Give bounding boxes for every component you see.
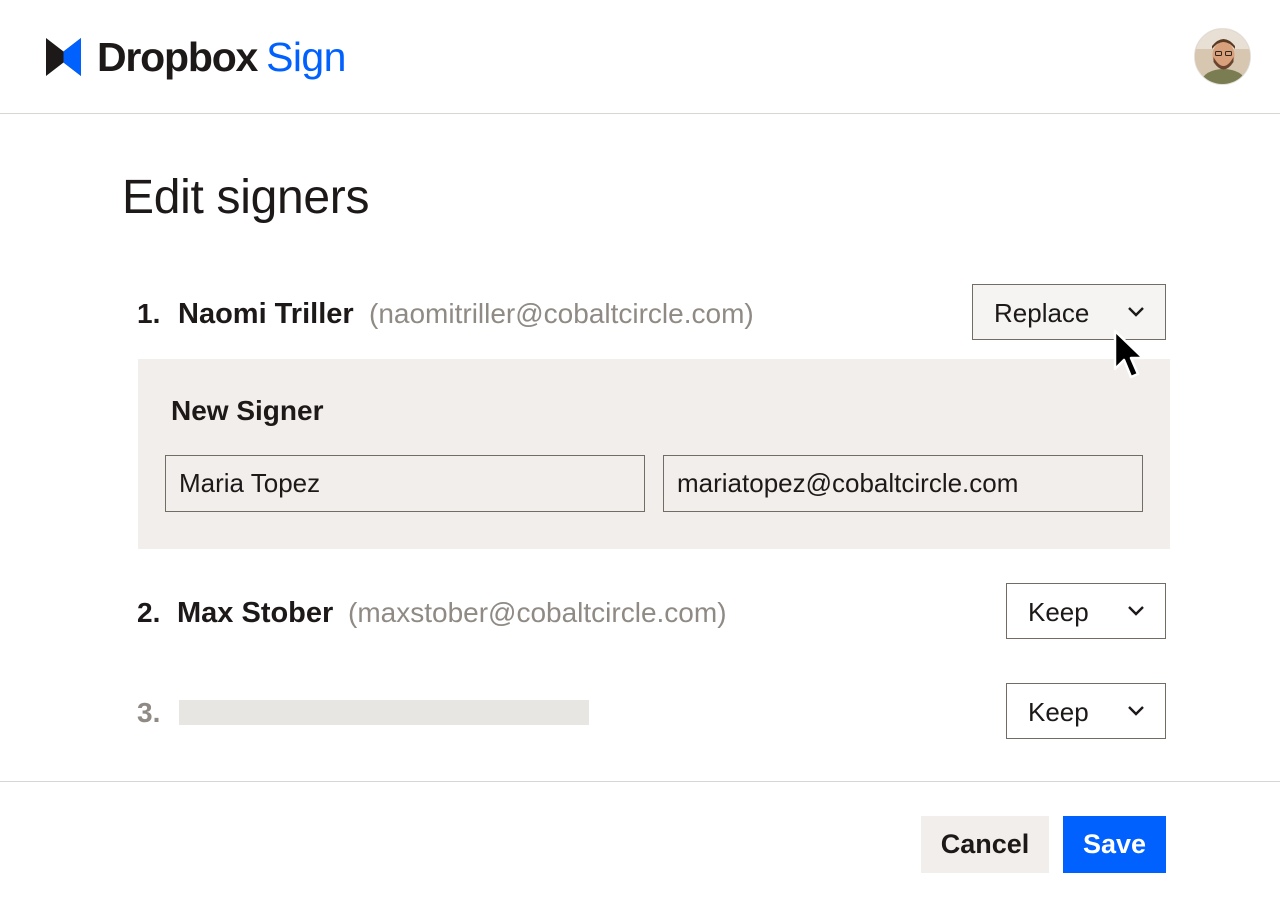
avatar-icon: [1195, 29, 1250, 84]
cancel-button[interactable]: Cancel: [921, 816, 1049, 873]
footer-divider: [0, 781, 1280, 782]
new-signer-title: New Signer: [171, 395, 324, 426]
page-title: Edit signers: [122, 171, 370, 224]
chevron-down-icon: [1128, 307, 1144, 317]
signer-number: 2.: [137, 597, 161, 628]
chevron-down-icon: [1128, 706, 1144, 716]
app-header: Dropbox Sign: [0, 0, 1280, 114]
select-value: Keep: [1028, 597, 1089, 627]
signer-number: 3.: [137, 697, 161, 728]
product-name: Sign: [266, 34, 346, 80]
signer-action-select[interactable]: Keep: [1006, 683, 1166, 739]
signer-row-2: 2. Max Stober (maxstober@cobaltcircle.co…: [137, 583, 1167, 639]
signer-email: (naomitriller@cobaltcircle.com): [369, 298, 754, 329]
signer-name: Naomi Triller: [178, 298, 354, 330]
signer-action-select[interactable]: Keep: [1006, 583, 1166, 639]
signer-number: 1.: [137, 298, 161, 329]
signer-action-select[interactable]: Replace: [972, 284, 1166, 340]
signer-placeholder-bar: [179, 700, 589, 725]
dropbox-sign-logo[interactable]: Dropbox Sign: [46, 36, 346, 78]
chevron-down-icon: [1128, 606, 1144, 616]
signer-name: Max Stober: [177, 597, 334, 629]
signer-row-3: 3. Keep: [137, 683, 1167, 739]
signer-row-1: 1. Naomi Triller (naomitriller@cobaltcir…: [137, 284, 1167, 340]
new-signer-email-field[interactable]: [663, 455, 1143, 512]
dropbox-sign-logo-icon: [46, 38, 81, 76]
select-value: Keep: [1028, 697, 1089, 727]
brand-name: Dropbox: [97, 34, 258, 80]
save-button[interactable]: Save: [1063, 816, 1166, 873]
user-avatar[interactable]: [1194, 28, 1251, 85]
new-signer-panel: New Signer: [138, 359, 1170, 549]
signer-email: (maxstober@cobaltcircle.com): [348, 597, 727, 628]
select-value: Replace: [994, 298, 1090, 328]
new-signer-name-field[interactable]: [165, 455, 645, 512]
